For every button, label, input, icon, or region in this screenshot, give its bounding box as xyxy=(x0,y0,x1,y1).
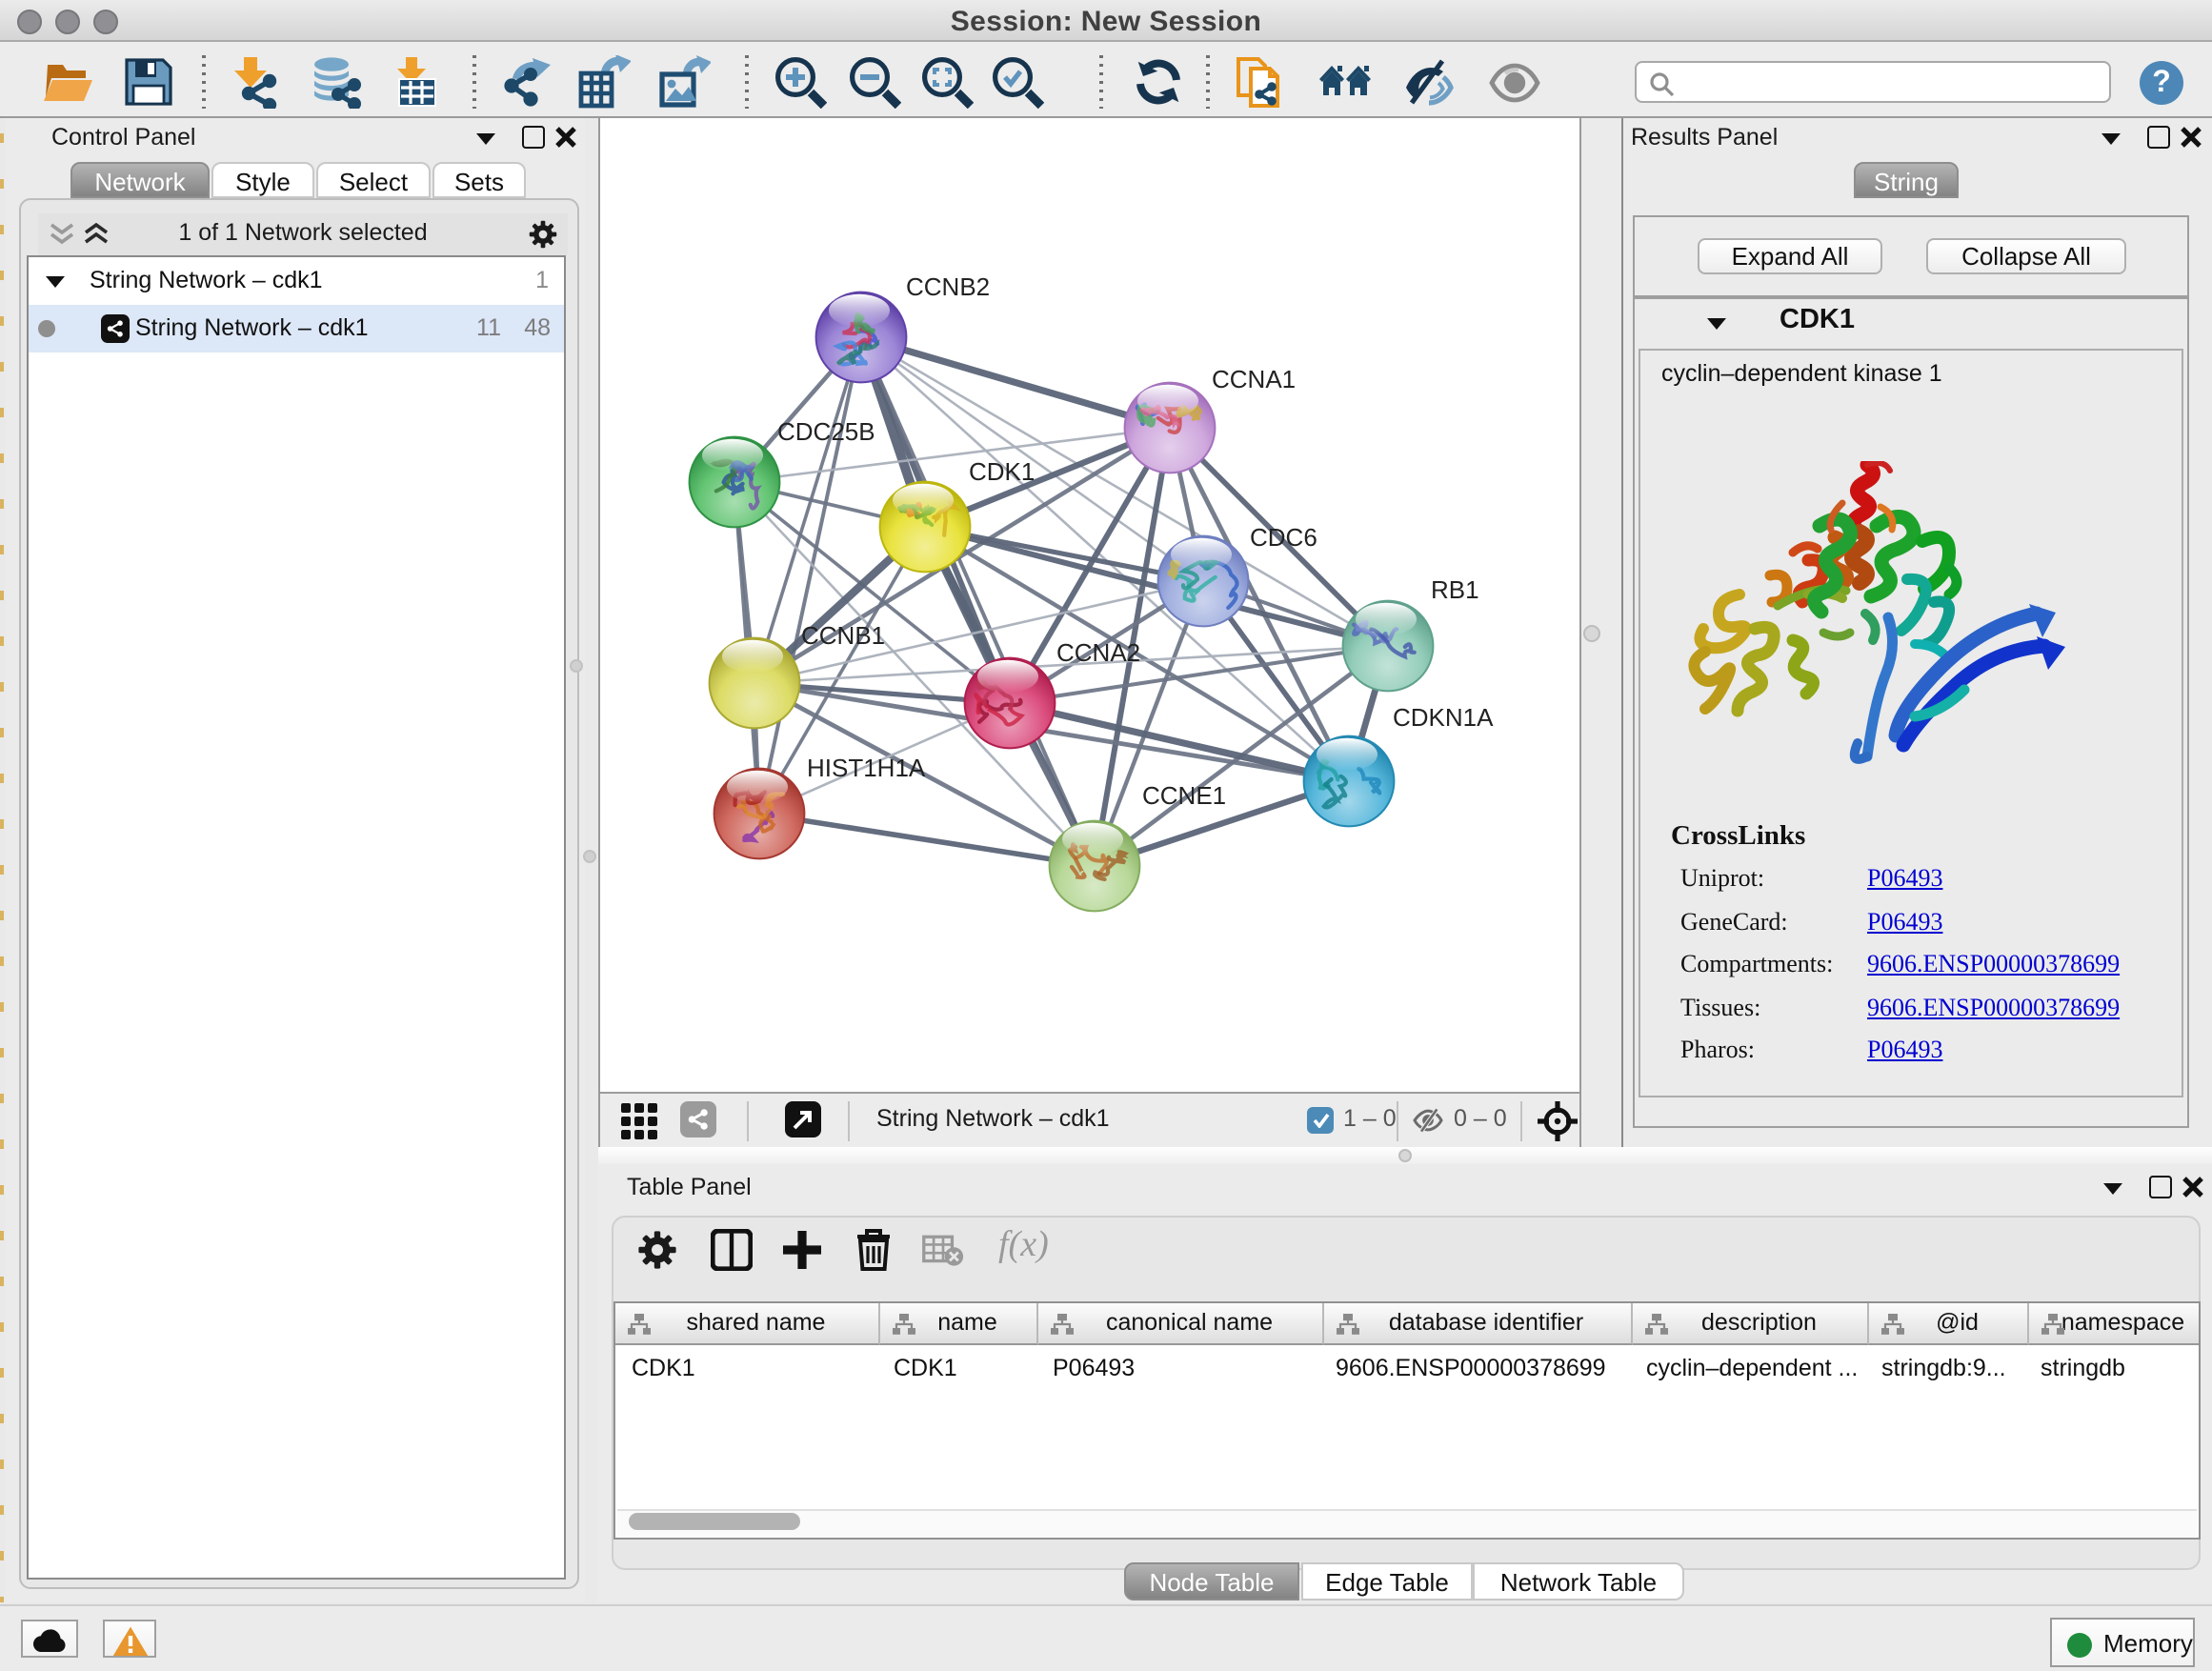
svg-text:RB1: RB1 xyxy=(1431,575,1479,604)
svg-text:CCNB2: CCNB2 xyxy=(906,272,990,301)
svg-text:CDC25B: CDC25B xyxy=(777,417,875,446)
svg-text:HIST1H1A: HIST1H1A xyxy=(807,754,926,782)
svg-text:CCNA2: CCNA2 xyxy=(1056,638,1140,667)
svg-text:CDC6: CDC6 xyxy=(1250,523,1317,552)
svg-text:CDKN1A: CDKN1A xyxy=(1393,703,1494,732)
svg-text:CDK1: CDK1 xyxy=(969,457,1035,486)
svg-text:CCNA1: CCNA1 xyxy=(1212,365,1296,393)
svg-text:CCNE1: CCNE1 xyxy=(1142,781,1226,810)
svg-text:CCNB1: CCNB1 xyxy=(801,621,885,650)
